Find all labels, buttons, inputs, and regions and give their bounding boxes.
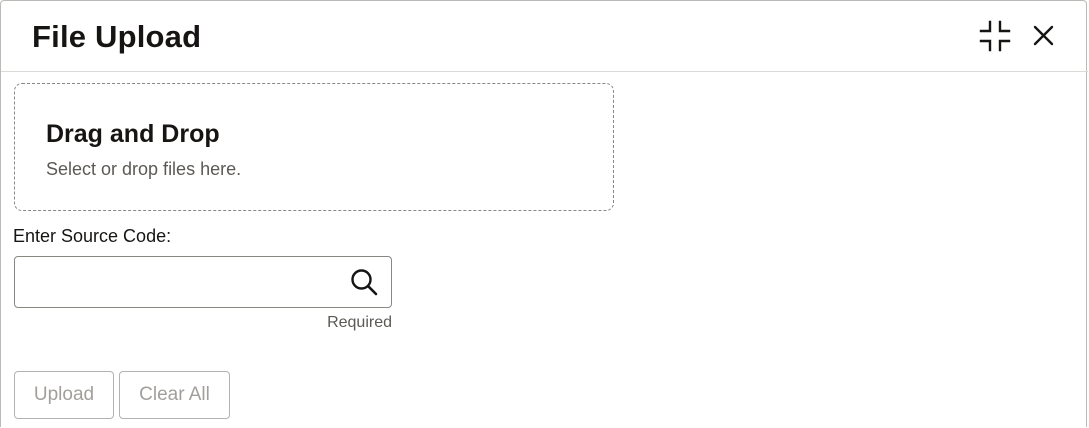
source-code-field (14, 256, 392, 308)
search-button[interactable] (349, 267, 379, 297)
search-icon (351, 269, 378, 296)
dialog-title: File Upload (32, 19, 202, 54)
upload-button[interactable]: Upload (14, 371, 114, 419)
file-dropzone[interactable]: Drag and Drop Select or drop files here. (14, 83, 614, 211)
dropzone-title: Drag and Drop (46, 120, 220, 148)
compress-icon (979, 20, 1011, 52)
dialog-body: Drag and Drop Select or drop files here.… (4, 72, 1087, 428)
close-button[interactable] (1027, 19, 1061, 53)
dialog-header: File Upload (1, 1, 1088, 72)
dropzone-subtitle: Select or drop files here. (46, 159, 242, 179)
compress-button[interactable] (978, 19, 1012, 53)
source-code-label: Enter Source Code: (13, 226, 172, 246)
required-hint: Required (327, 314, 392, 331)
clear-all-button[interactable]: Clear All (119, 371, 230, 419)
source-code-input[interactable] (25, 265, 339, 301)
file-upload-dialog: File Upload Drag and Drop Select or drop… (0, 0, 1088, 428)
close-icon (1033, 25, 1054, 46)
